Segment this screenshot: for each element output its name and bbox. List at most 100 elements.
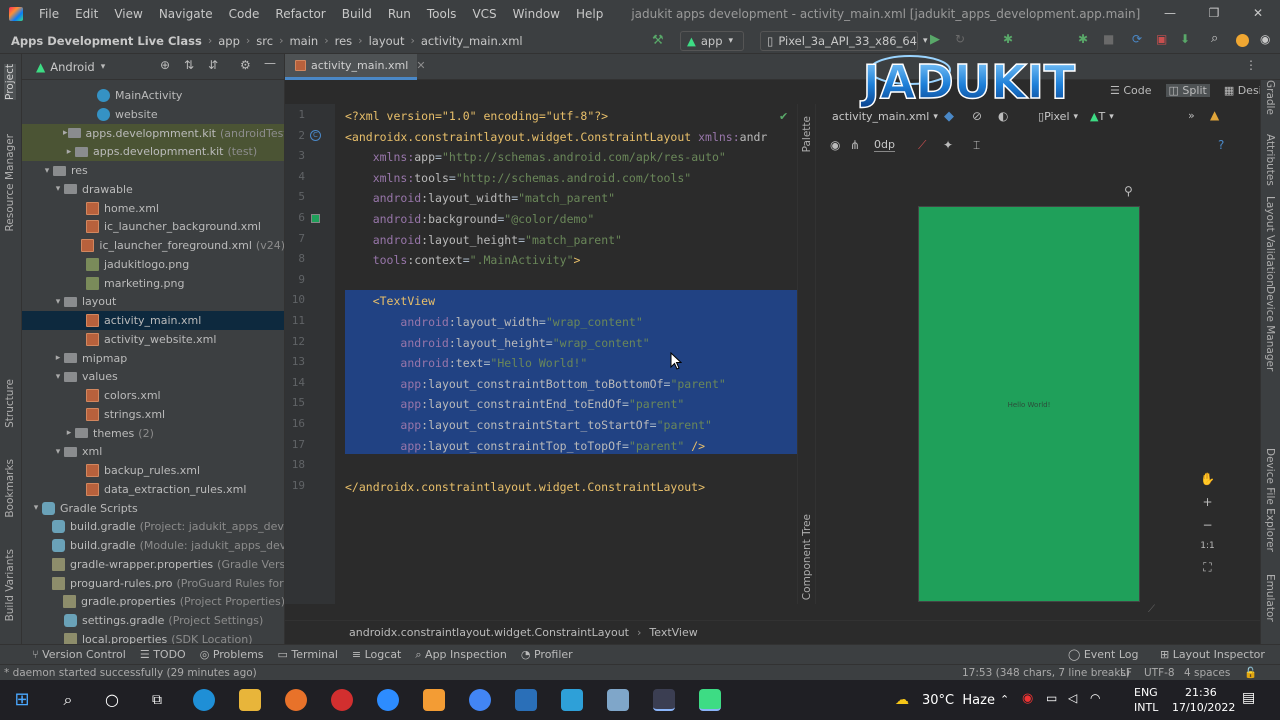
- app-inspection-tab[interactable]: ⌕ App Inspection: [415, 648, 506, 662]
- tree-item[interactable]: proguard-rules.pro (ProGuard Rules for ja: [22, 574, 284, 593]
- chevron-up-icon[interactable]: ⌃: [1000, 693, 1009, 706]
- tree-item[interactable]: ▾ layout: [22, 292, 284, 311]
- clock-time[interactable]: 21:36: [1185, 686, 1217, 699]
- preview-file-select[interactable]: activity_main.xml ▾: [832, 110, 938, 123]
- infer-constraints-icon[interactable]: ✦: [943, 138, 953, 152]
- menu-window[interactable]: Window: [505, 7, 568, 21]
- help-icon[interactable]: ?: [1218, 138, 1224, 152]
- tree-item[interactable]: MainActivity: [22, 86, 284, 105]
- tree-item[interactable]: ic_launcher_background.xml: [22, 217, 284, 236]
- breadcrumb-textview[interactable]: TextView: [649, 626, 697, 639]
- firefox-icon[interactable]: [285, 689, 307, 711]
- search-icon[interactable]: ⌕: [57, 689, 79, 711]
- tree-item[interactable]: ▾ xml: [22, 442, 284, 461]
- menu-navigate[interactable]: Navigate: [151, 7, 221, 21]
- warning-icon[interactable]: ▲: [1210, 108, 1219, 122]
- notification-icon[interactable]: ▤: [1242, 690, 1255, 706]
- phone-preview[interactable]: Hello World!: [918, 206, 1140, 602]
- gear-icon[interactable]: ⚙: [240, 58, 251, 72]
- tool-attributes[interactable]: Attributes: [1264, 134, 1276, 186]
- menu-code[interactable]: Code: [221, 7, 268, 21]
- menu-file[interactable]: File: [31, 7, 67, 21]
- hide-panel-icon[interactable]: —: [264, 56, 276, 70]
- more-options-icon[interactable]: ⋮: [1245, 58, 1257, 72]
- locate-icon[interactable]: ⊕: [160, 58, 170, 72]
- zoom-icon[interactable]: [377, 689, 399, 711]
- color-preview-icon[interactable]: [311, 214, 320, 223]
- terminal-tab[interactable]: ▭ Terminal: [278, 648, 338, 661]
- close-icon[interactable]: ✕: [1250, 6, 1266, 22]
- chrome-icon[interactable]: [469, 689, 491, 711]
- chevron-down-icon[interactable]: ▾: [52, 297, 64, 307]
- tree-item[interactable]: ▾ Gradle Scripts: [22, 499, 284, 518]
- device-manager-icon[interactable]: ▣: [1156, 32, 1167, 46]
- chevron-right-icon[interactable]: ▸: [63, 147, 75, 157]
- tree-item[interactable]: ▸ themes (2): [22, 424, 284, 443]
- vm-icon[interactable]: [607, 689, 629, 711]
- notepad-icon[interactable]: [515, 689, 537, 711]
- tool-resource-manager[interactable]: Resource Manager: [4, 134, 16, 232]
- chevron-right-icon[interactable]: ▸: [63, 428, 75, 438]
- tree-item[interactable]: gradle.properties (Project Properties): [22, 592, 284, 611]
- run-icon[interactable]: ▶: [930, 32, 940, 47]
- breadcrumb-layout[interactable]: layout: [369, 34, 405, 48]
- zoom-in-icon[interactable]: +: [1202, 495, 1212, 509]
- menu-edit[interactable]: Edit: [67, 7, 106, 21]
- chevron-down-icon[interactable]: ▾: [41, 166, 53, 176]
- weather-text[interactable]: 30°C Haze: [922, 693, 995, 708]
- magnet-icon[interactable]: ⋔: [850, 138, 860, 152]
- keyboard-region[interactable]: INTL: [1134, 701, 1158, 714]
- menu-help[interactable]: Help: [568, 7, 611, 21]
- tool-bookmarks[interactable]: Bookmarks: [4, 459, 16, 518]
- palette-tab[interactable]: Palette: [801, 116, 813, 152]
- run-config-select[interactable]: ▲ app ▾: [680, 31, 744, 51]
- tree-item[interactable]: jadukitlogo.png: [22, 255, 284, 274]
- minimize-icon[interactable]: —: [1162, 6, 1178, 22]
- expand-all-icon[interactable]: ⇅: [184, 58, 194, 72]
- sync-icon[interactable]: ⟳: [1132, 32, 1142, 46]
- breadcrumb-src[interactable]: src: [256, 34, 273, 48]
- menu-run[interactable]: Run: [380, 7, 419, 21]
- cortana-icon[interactable]: ○: [101, 689, 123, 711]
- volume-icon[interactable]: ◁: [1068, 691, 1077, 705]
- chevron-down-icon[interactable]: ▾: [101, 62, 106, 72]
- fit-screen-icon[interactable]: ⛶: [1203, 560, 1211, 575]
- language-code[interactable]: ENG: [1134, 686, 1158, 699]
- event-log-tab[interactable]: ◯ Event Log: [1068, 648, 1138, 661]
- breadcrumb-file[interactable]: activity_main.xml: [421, 34, 523, 48]
- hammer-icon[interactable]: ⚒: [652, 33, 664, 48]
- tool-layout-validation[interactable]: Layout Validation: [1264, 196, 1276, 287]
- tree-item[interactable]: ▸ mipmap: [22, 349, 284, 368]
- tree-item[interactable]: ic_launcher_foreground.xml (v24): [22, 236, 284, 255]
- tree-item[interactable]: ▾ drawable: [22, 180, 284, 199]
- tree-item[interactable]: ▾ values: [22, 367, 284, 386]
- pan-hand-icon[interactable]: ✋: [1200, 472, 1215, 486]
- tree-item[interactable]: activity_main.xml: [22, 311, 284, 330]
- chevron-down-icon[interactable]: ▾: [52, 447, 64, 457]
- tree-item[interactable]: activity_website.xml: [22, 330, 284, 349]
- tree-item[interactable]: build.gradle(Module: jadukit_apps_develo: [22, 536, 284, 555]
- tree-item[interactable]: build.gradle (Project: jadukit_apps_devel…: [22, 517, 284, 536]
- user-icon[interactable]: ◉: [1260, 32, 1270, 46]
- line-separator[interactable]: LF: [1120, 667, 1132, 679]
- network-icon[interactable]: ▭: [1046, 691, 1057, 705]
- night-mode-icon[interactable]: ◐: [998, 109, 1008, 123]
- lock-icon[interactable]: 🔓: [1244, 666, 1257, 679]
- menu-tools[interactable]: Tools: [419, 7, 465, 21]
- double-chevron-icon[interactable]: »: [1188, 109, 1195, 122]
- wifi-icon[interactable]: ◠: [1090, 691, 1100, 705]
- default-margin-select[interactable]: 0dp: [874, 138, 895, 152]
- restore-icon[interactable]: ❐: [1206, 6, 1222, 22]
- breadcrumb-main[interactable]: main: [289, 34, 318, 48]
- logcat-tab[interactable]: ≡ Logcat: [352, 648, 401, 661]
- layers-icon[interactable]: ◆: [944, 109, 954, 124]
- edge-icon[interactable]: [193, 689, 215, 711]
- project-view-mode[interactable]: Android: [50, 60, 94, 74]
- menu-vcs[interactable]: VCS: [464, 7, 504, 21]
- tree-item[interactable]: home.xml: [22, 199, 284, 218]
- chevron-down-icon[interactable]: ▾: [52, 372, 64, 382]
- tool-structure[interactable]: Structure: [4, 379, 16, 428]
- breadcrumb-app[interactable]: app: [218, 34, 240, 48]
- debug-icon[interactable]: ✱: [1003, 32, 1013, 46]
- eye-icon[interactable]: ◉: [830, 138, 840, 152]
